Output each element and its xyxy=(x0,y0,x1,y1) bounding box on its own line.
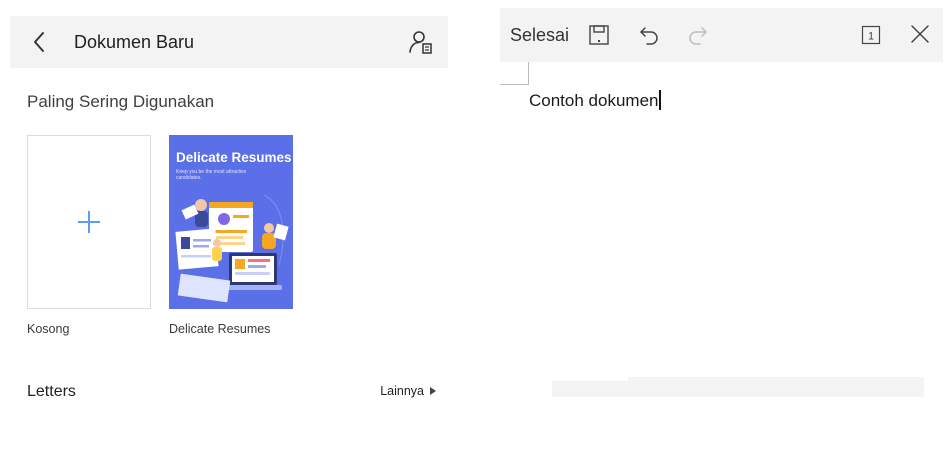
template-label-delicate-resumes: Delicate Resumes xyxy=(169,322,271,336)
redo-icon[interactable] xyxy=(686,23,710,47)
thumbnail-title: Delicate Resumes xyxy=(176,150,292,165)
editor-toolbar: Selesai 1 xyxy=(500,8,943,62)
editor-panel: Selesai 1 Contoh dokumen xyxy=(500,0,951,469)
close-icon[interactable] xyxy=(908,22,932,46)
text-cursor xyxy=(659,90,661,110)
new-document-panel: Dokumen Baru Paling Sering Digunakan Del… xyxy=(0,0,460,469)
template-card-delicate-resumes[interactable]: Delicate Resumes Keep you be the most at… xyxy=(169,135,293,309)
more-link-label: Lainnya xyxy=(380,384,424,398)
plus-icon xyxy=(78,211,100,233)
document-body[interactable]: Contoh dokumen xyxy=(529,90,661,111)
more-link[interactable]: Lainnya xyxy=(380,384,436,398)
document-text: Contoh dokumen xyxy=(529,91,659,110)
save-icon[interactable] xyxy=(587,23,611,47)
page-count-number: 1 xyxy=(868,31,874,43)
done-button[interactable]: Selesai xyxy=(510,25,569,46)
category-title-letters: Letters xyxy=(27,383,76,400)
template-card-blank[interactable] xyxy=(27,135,151,309)
bottom-bar-tab xyxy=(552,377,628,381)
thumbnail-subtitle: Keep you be the most attractive candidat… xyxy=(176,169,247,181)
new-document-header: Dokumen Baru xyxy=(10,16,448,68)
bottom-bar xyxy=(552,377,924,397)
template-label-blank: Kosong xyxy=(27,322,70,336)
page-title: Dokumen Baru xyxy=(74,32,195,52)
undo-icon[interactable] xyxy=(637,23,661,47)
page-margin-marker-horizontal xyxy=(500,84,528,85)
more-arrow-icon xyxy=(430,387,436,395)
account-icon[interactable] xyxy=(408,29,434,55)
page-count-icon[interactable]: 1 xyxy=(859,23,883,47)
back-icon[interactable] xyxy=(28,30,52,54)
section-title-most-used: Paling Sering Digunakan xyxy=(27,92,215,111)
page-margin-marker-vertical xyxy=(528,62,529,85)
